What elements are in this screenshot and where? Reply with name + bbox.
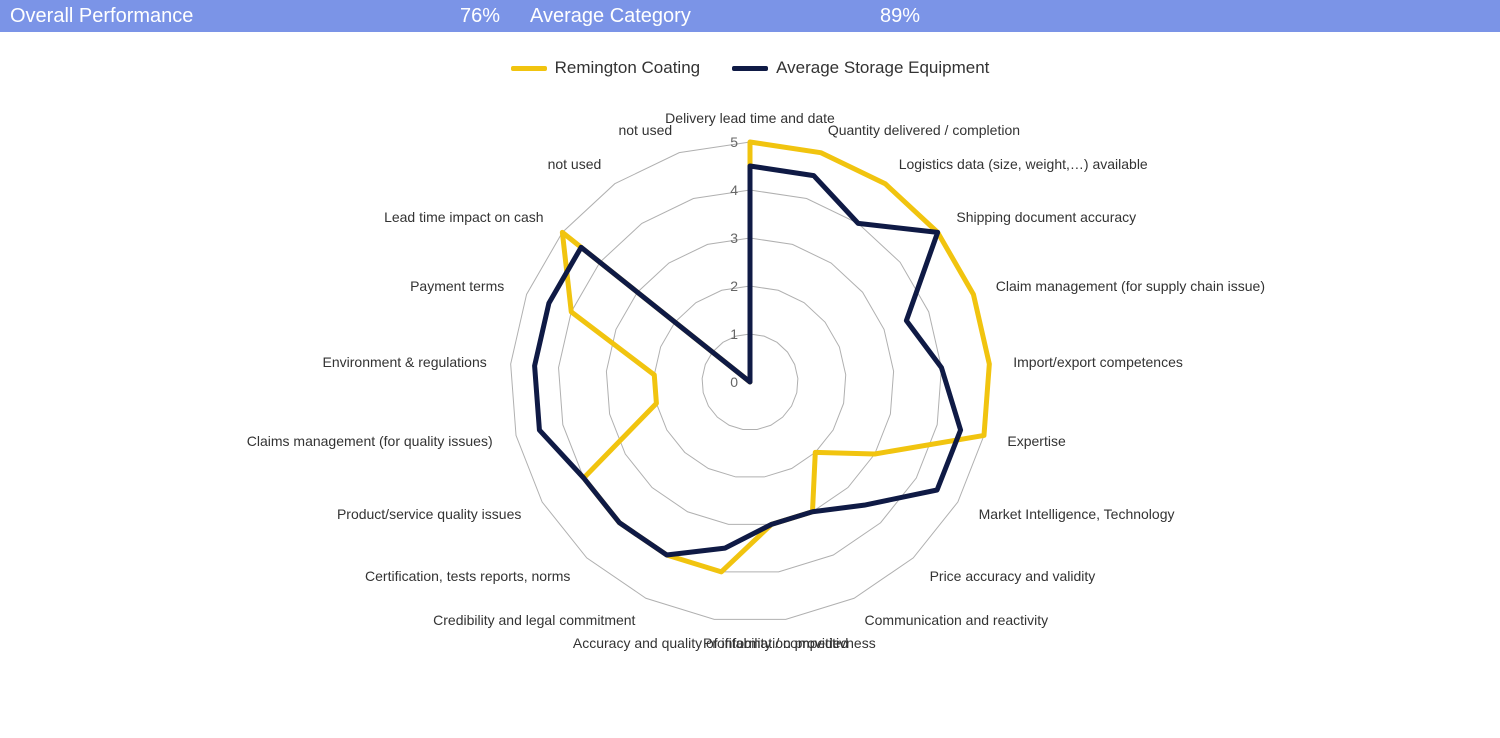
legend-label-b: Average Storage Equipment — [776, 58, 989, 78]
overall-performance-value: 76% — [450, 5, 520, 28]
axis-label: Certification, tests reports, norms — [365, 568, 570, 584]
metrics-banner: Overall Performance 76% Average Category… — [0, 0, 1500, 32]
axis-label: Import/export competences — [1013, 354, 1183, 370]
axis-label: Environment & regulations — [323, 354, 487, 370]
legend-item-average: Average Storage Equipment — [732, 58, 989, 78]
axis-label: Accuracy and quality of information prov… — [573, 635, 848, 651]
axis-label: not used — [548, 156, 602, 172]
axis-label: Claim management (for supply chain issue… — [996, 278, 1265, 294]
axis-label: Quantity delivered / completion — [828, 122, 1020, 138]
axis-label: Price accuracy and validity — [930, 568, 1096, 584]
legend-swatch-a — [511, 66, 547, 71]
axis-label: Market Intelligence, Technology — [979, 506, 1175, 522]
legend-item-remington: Remington Coating — [511, 58, 701, 78]
svg-text:2: 2 — [730, 278, 738, 294]
average-category-value: 89% — [870, 5, 940, 28]
svg-text:1: 1 — [730, 326, 738, 342]
radar-chart: 0 1 2 3 4 5 Delivery lead time and dateQuanti… — [0, 82, 1500, 722]
overall-performance-label: Overall Performance — [0, 5, 450, 28]
axis-label: Delivery lead time and date — [665, 110, 835, 126]
svg-text:5: 5 — [730, 134, 738, 150]
axis-label: Credibility and legal commitment — [433, 612, 635, 628]
axis-label: Payment terms — [410, 278, 504, 294]
svg-text:3: 3 — [730, 230, 738, 246]
svg-text:4: 4 — [730, 182, 738, 198]
chart-legend: Remington Coating Average Storage Equipm… — [0, 32, 1500, 86]
axis-label: Product/service quality issues — [337, 506, 521, 522]
axis-label: Lead time impact on cash — [384, 209, 544, 225]
axis-label: Expertise — [1007, 433, 1065, 449]
average-category-label: Average Category — [520, 5, 870, 28]
axis-label: Logistics data (size, weight,…) availabl… — [899, 156, 1148, 172]
axis-label: Communication and reactivity — [865, 612, 1049, 628]
legend-swatch-b — [732, 66, 768, 71]
legend-label-a: Remington Coating — [555, 58, 701, 78]
axis-label: Claims management (for quality issues) — [247, 433, 493, 449]
svg-text:0: 0 — [730, 374, 738, 390]
axis-label: Shipping document accuracy — [956, 209, 1136, 225]
axis-label: not used — [618, 122, 672, 138]
